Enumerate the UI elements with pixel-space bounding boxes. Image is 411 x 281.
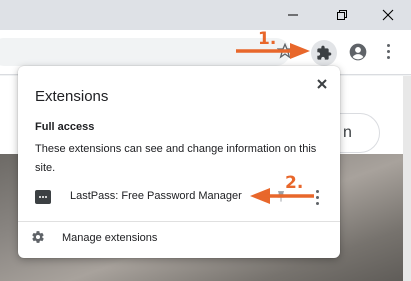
restore-button[interactable] bbox=[319, 0, 365, 30]
extensions-popup: Extensions Full access These extensions … bbox=[18, 66, 340, 258]
scrollbar[interactable] bbox=[403, 76, 411, 281]
popup-close-button[interactable] bbox=[312, 74, 332, 94]
restore-icon bbox=[337, 10, 347, 20]
minimize-button[interactable] bbox=[270, 0, 316, 30]
extensions-button[interactable] bbox=[311, 40, 337, 66]
close-icon bbox=[382, 9, 394, 21]
minimize-icon bbox=[288, 14, 298, 16]
puzzle-icon bbox=[317, 45, 332, 60]
manage-extensions-button[interactable]: Manage extensions bbox=[18, 226, 340, 250]
gear-icon bbox=[32, 231, 44, 243]
annotation-arrow-1 bbox=[236, 43, 310, 59]
popup-title: Extensions bbox=[35, 88, 109, 105]
close-window-button[interactable] bbox=[365, 0, 411, 30]
divider bbox=[18, 221, 340, 222]
full-access-heading: Full access bbox=[35, 121, 95, 133]
profile-icon[interactable] bbox=[348, 42, 368, 62]
manage-extensions-label: Manage extensions bbox=[62, 232, 158, 244]
extension-name: LastPass: Free Password Manager bbox=[70, 190, 242, 202]
more-vert-icon[interactable] bbox=[386, 43, 392, 61]
title-bar bbox=[0, 0, 411, 30]
annotation-arrow-2 bbox=[250, 188, 314, 204]
close-icon bbox=[317, 79, 327, 89]
lastpass-icon bbox=[35, 190, 51, 204]
browser-window: n 1. Extensions Full access These extens… bbox=[0, 0, 411, 281]
full-access-description: These extensions can see and change info… bbox=[35, 143, 317, 174]
